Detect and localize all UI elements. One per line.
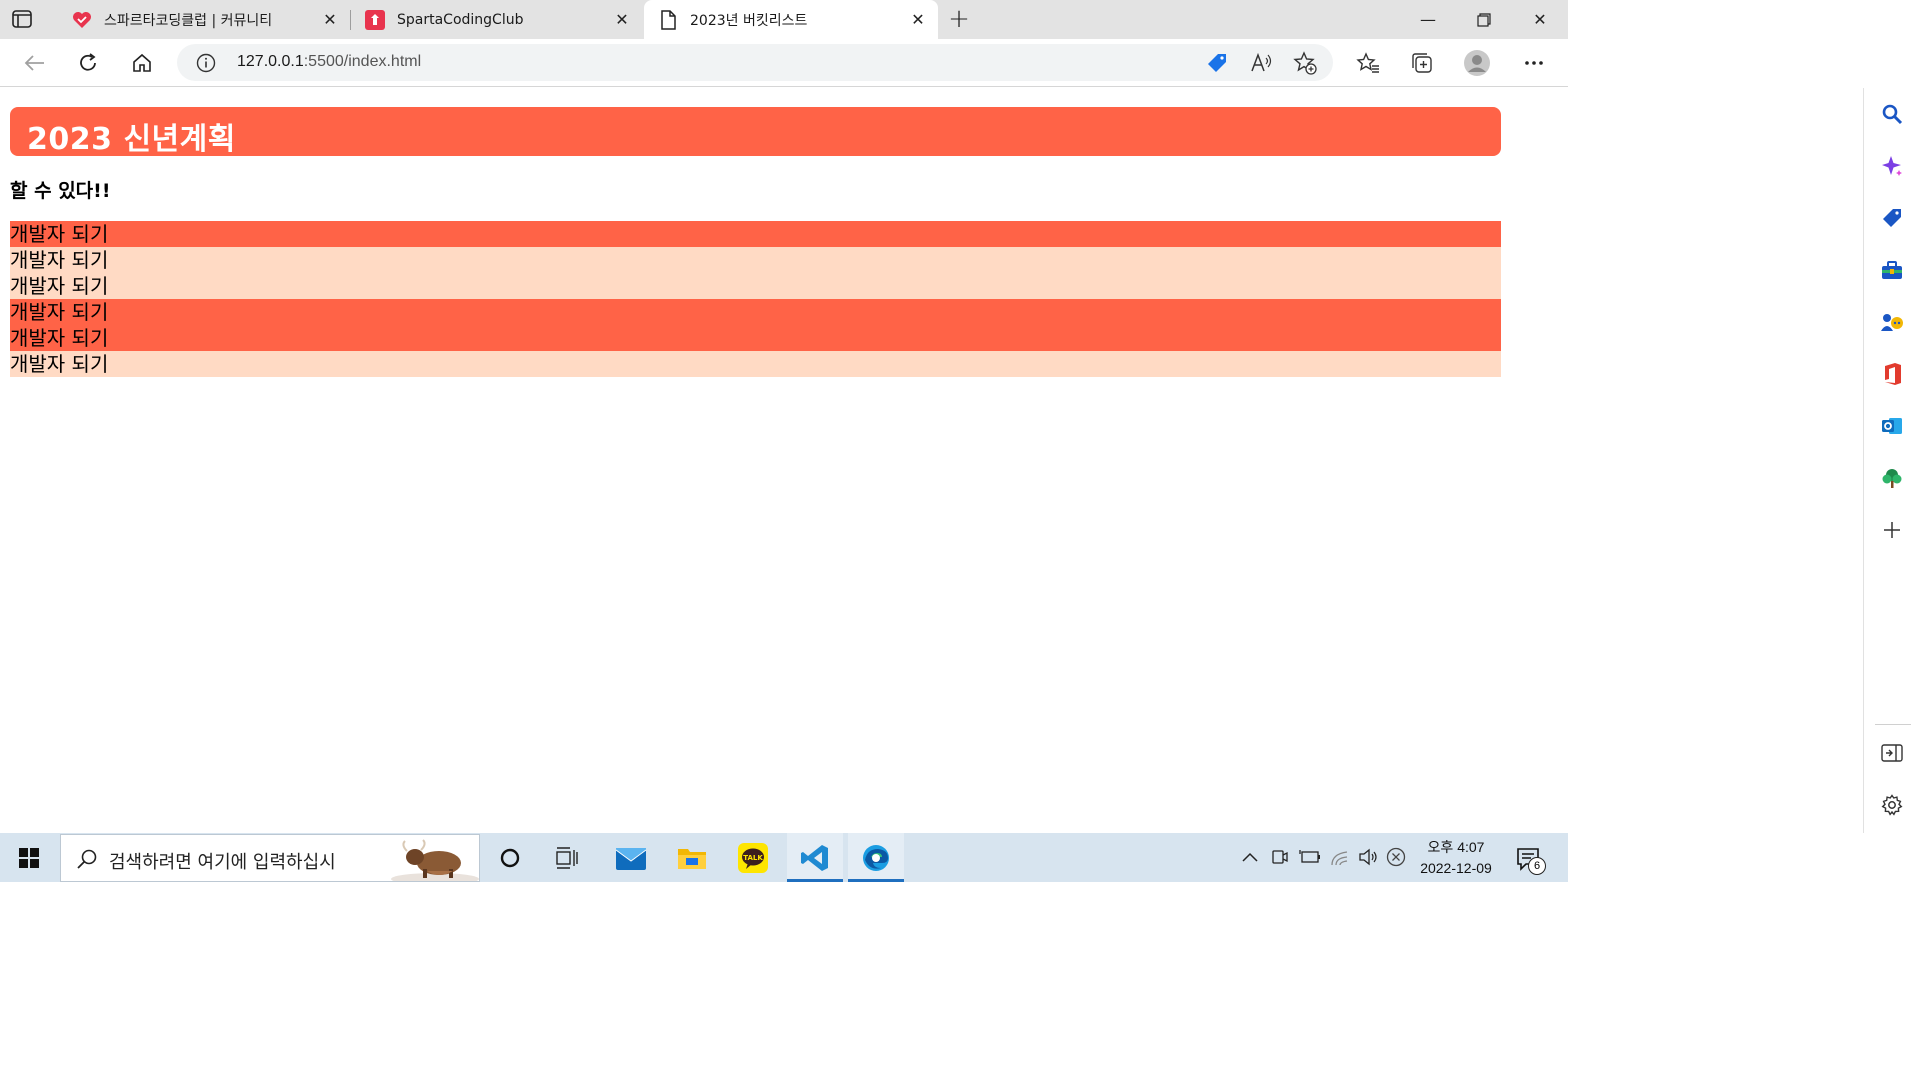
battery-icon[interactable]	[1298, 845, 1322, 869]
tools-icon[interactable]	[1880, 258, 1904, 282]
bucket-list-item: 개발자 되기	[10, 351, 1501, 377]
sparta-logo-icon	[365, 9, 385, 30]
tab-title: 2023년 버킷리스트	[690, 12, 808, 29]
network-icon[interactable]	[1328, 845, 1352, 869]
file-explorer-icon[interactable]	[664, 833, 720, 882]
close-icon[interactable]: ✕	[320, 10, 340, 30]
office-icon[interactable]	[1880, 362, 1904, 386]
tree-icon[interactable]	[1880, 466, 1904, 490]
minimize-icon[interactable]: —	[1400, 0, 1456, 39]
show-hidden-icons-icon[interactable]	[1238, 845, 1262, 869]
clock-date: 2022-12-09	[1420, 860, 1492, 876]
banner: 2023 신년계획	[10, 107, 1501, 157]
shopping-tag-icon[interactable]	[1205, 51, 1229, 75]
search-placeholder: 검색하려면 여기에 입력하십시	[109, 852, 336, 873]
close-icon[interactable]: ✕	[612, 10, 632, 30]
new-tab-button[interactable]: +	[946, 4, 972, 34]
add-favorite-icon[interactable]	[1293, 51, 1317, 75]
hide-sidebar-icon[interactable]	[1880, 741, 1904, 765]
svg-text:TALK: TALK	[743, 854, 763, 862]
windows-taskbar: 검색하려면 여기에 입력하십시 TALK 오후 4:07 2022-12-09 …	[0, 833, 1568, 882]
bucket-list-item: 개발자 되기	[10, 273, 1501, 299]
active-indicator	[848, 879, 904, 882]
browser-toolbar: 127.0.0.1:5500/index.html	[0, 39, 1568, 87]
task-view-icon[interactable]	[540, 833, 596, 882]
mail-icon[interactable]	[603, 833, 659, 882]
address-bar[interactable]: 127.0.0.1:5500/index.html	[177, 44, 1333, 81]
page-title: 2023 신년계획	[27, 122, 236, 157]
profile-avatar-icon[interactable]	[1463, 49, 1491, 77]
cortana-icon[interactable]	[482, 833, 538, 882]
edge-browser-icon[interactable]	[848, 833, 904, 882]
edge-sidebar	[1863, 88, 1920, 833]
status-error-icon[interactable]	[1384, 845, 1408, 869]
bucket-list-item: 개발자 되기	[10, 325, 1501, 351]
clock-time: 오후 4:07	[1427, 839, 1485, 855]
page-icon	[658, 9, 678, 30]
info-icon[interactable]	[195, 52, 217, 74]
active-indicator	[787, 879, 843, 882]
more-options-icon[interactable]	[1520, 49, 1548, 77]
sparta-heart-icon	[72, 10, 92, 30]
volume-icon[interactable]	[1356, 845, 1380, 869]
sparkle-icon[interactable]	[1880, 154, 1904, 178]
url-host: 127.0.0.1	[237, 53, 304, 70]
tab-spartacodingclub[interactable]: SpartaCodingClub ✕	[351, 0, 642, 39]
restore-icon[interactable]	[1456, 0, 1512, 39]
tab-title: 스파르타코딩클럽 | 커뮤니티	[104, 12, 273, 29]
settings-gear-icon[interactable]	[1880, 793, 1904, 817]
yak-illustration	[391, 839, 479, 881]
tab-sparta-community[interactable]: 스파르타코딩클럽 | 커뮤니티 ✕	[58, 0, 351, 39]
collections-icon[interactable]	[1408, 49, 1436, 77]
bucket-list-item: 개발자 되기	[10, 221, 1501, 247]
page-content: 2023 신년계획 할 수 있다!! 개발자 되기 개발자 되기 개발자 되기 개발자…	[0, 88, 1511, 833]
vscode-icon[interactable]	[787, 833, 843, 882]
refresh-icon[interactable]	[74, 49, 102, 77]
read-aloud-icon[interactable]	[1249, 51, 1273, 75]
page-subtitle: 할 수 있다!!	[10, 180, 111, 202]
meet-now-icon[interactable]	[1268, 845, 1292, 869]
back-arrow-icon[interactable]	[20, 49, 48, 77]
shopping-icon[interactable]	[1880, 206, 1904, 230]
taskbar-search[interactable]: 검색하려면 여기에 입력하십시	[60, 834, 480, 882]
taskbar-clock[interactable]: 오후 4:07 2022-12-09	[1410, 837, 1502, 879]
kakaotalk-icon[interactable]: TALK	[725, 833, 781, 882]
outlook-icon[interactable]	[1880, 414, 1904, 438]
close-window-icon[interactable]: ✕	[1512, 0, 1568, 39]
tab-bucketlist[interactable]: 2023년 버킷리스트 ✕	[644, 0, 938, 39]
add-icon[interactable]	[1880, 518, 1904, 542]
tab-title: SpartaCodingClub	[397, 11, 524, 28]
bucket-list-item: 개발자 되기	[10, 247, 1501, 273]
url-text[interactable]: 127.0.0.1:5500/index.html	[237, 53, 421, 71]
window-controls: — ✕	[1400, 0, 1568, 39]
sidebar-divider	[1875, 724, 1911, 725]
tab-strip: 스파르타코딩클럽 | 커뮤니티 ✕ SpartaCodingClub ✕ 202…	[0, 0, 1568, 39]
search-icon[interactable]	[1880, 102, 1904, 126]
tab-actions-icon[interactable]	[10, 8, 34, 30]
favorites-icon[interactable]	[1354, 49, 1382, 77]
windows-start-icon[interactable]	[0, 833, 58, 882]
close-icon[interactable]: ✕	[908, 10, 928, 30]
bucket-list: 개발자 되기 개발자 되기 개발자 되기 개발자 되기 개발자 되기 개발자 되기	[10, 221, 1501, 377]
games-icon[interactable]	[1880, 310, 1904, 334]
url-path: :5500/index.html	[303, 53, 422, 70]
bucket-list-item: 개발자 되기	[10, 299, 1501, 325]
home-icon[interactable]	[128, 49, 156, 77]
search-icon	[75, 847, 99, 871]
notification-count-badge: 6	[1528, 857, 1546, 875]
